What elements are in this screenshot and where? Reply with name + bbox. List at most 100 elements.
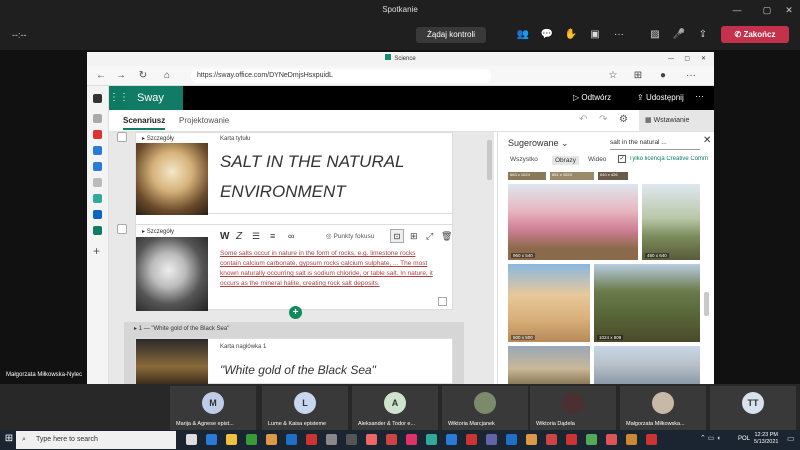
camera-off-icon[interactable]: ▨ <box>647 27 663 43</box>
result-image-3[interactable]: 640 x 426 <box>598 172 628 180</box>
sway-more-icon[interactable]: ··· <box>695 91 704 101</box>
participant-tile[interactable]: Wiktoria Marcjanek <box>442 386 528 430</box>
participant-tile[interactable]: A Aleksander & Todor e... <box>352 386 438 430</box>
browser-maximize-icon[interactable]: ▢ <box>684 52 690 66</box>
app-taskbar-icon-5[interactable] <box>346 434 357 445</box>
result-image-2[interactable]: 851 x 1024 <box>550 172 594 180</box>
heading-card[interactable]: Karta nagłówka 1 "White gold of the Blac… <box>135 338 453 385</box>
fit-icon[interactable]: ⊡ <box>390 229 404 243</box>
app-taskbar-icon-17[interactable] <box>606 434 617 445</box>
black-sea-image[interactable] <box>136 339 208 385</box>
rooms-icon[interactable]: ▣ <box>587 27 603 43</box>
suggested-dropdown[interactable]: Sugerowane ⌄ <box>508 138 569 149</box>
profile-icon[interactable]: ● <box>657 70 669 82</box>
result-image-olive-trees[interactable]: 1024 x 809 <box>594 264 700 342</box>
more-icon[interactable]: ··· <box>611 27 627 43</box>
app-launcher-icon[interactable]: ⋮⋮ <box>109 86 129 110</box>
filter-all[interactable]: Wszystko <box>510 156 538 163</box>
home-icon[interactable]: ⌂ <box>161 70 173 82</box>
minimize-icon[interactable]: — <box>726 0 748 20</box>
teams-taskbar-icon[interactable] <box>486 434 497 445</box>
card-checkbox[interactable] <box>438 297 447 306</box>
explorer-taskbar-icon[interactable] <box>226 434 237 445</box>
share-tray-icon[interactable]: ⇪ <box>695 27 711 43</box>
crop-icon[interactable]: ⊞ <box>410 231 418 242</box>
filter-images[interactable]: Obrazy <box>552 156 579 165</box>
app-taskbar-icon-3[interactable] <box>306 434 317 445</box>
panel-scrollbar[interactable] <box>704 292 709 316</box>
app-taskbar-icon-4[interactable] <box>326 434 337 445</box>
reactions-icon[interactable]: ✋ <box>563 27 579 43</box>
tab-storyline[interactable]: Scenariusz <box>123 116 166 130</box>
app-taskbar-icon-2[interactable] <box>266 434 277 445</box>
media-search-input[interactable]: salt in the natural ... <box>610 136 700 150</box>
participant-tile[interactable]: M Marija & Agnese epist... <box>170 386 256 430</box>
app-taskbar-icon-11[interactable] <box>466 434 477 445</box>
clock[interactable]: 12:23 PM 5/13/2021 <box>754 432 778 446</box>
share-button[interactable]: ⇪ Udostępnij <box>637 93 684 102</box>
participants-icon[interactable]: 👥 <box>515 27 531 43</box>
result-image-rocks[interactable]: 500 x 500 <box>508 264 590 342</box>
sidebar-app-icon-5[interactable] <box>93 162 102 171</box>
tray-icons[interactable]: ⌃ ▭ ◖ <box>700 434 721 442</box>
bold-icon[interactable]: W <box>220 231 229 242</box>
result-image-pink-lake[interactable]: 960 x 540 <box>508 184 638 260</box>
text-card[interactable]: ▸ Szczegóły W Z ☰ ≡ ∞ ◎ Punkty fokusu ⊡ … <box>135 224 453 311</box>
participant-tile[interactable]: Wiktoria Dądela <box>530 386 616 430</box>
details-toggle[interactable]: ▸ Szczegóły <box>142 135 174 142</box>
request-control-button[interactable]: Żądaj kontroli <box>416 27 486 43</box>
sidebar-app-icon-1[interactable] <box>93 94 102 103</box>
bullet-list-icon[interactable]: ☰ <box>252 231 260 242</box>
favorites-icon[interactable]: ☆ <box>607 70 619 82</box>
browser-minimize-icon[interactable]: — <box>668 52 674 66</box>
task-view-icon[interactable] <box>186 434 197 445</box>
title-card-box[interactable]: ▸ Szczegóły Karta tytułu SALT IN THE NAT… <box>135 132 453 215</box>
notifications-icon[interactable]: ▭ <box>787 434 795 443</box>
sidebar-app-icon-6[interactable] <box>93 178 102 187</box>
app-taskbar-icon-14[interactable] <box>546 434 557 445</box>
taskbar-search-box[interactable]: ⌕ Type here to search <box>16 431 176 449</box>
result-image-sea[interactable] <box>594 346 700 384</box>
participant-tile[interactable]: TT <box>710 386 796 430</box>
app-taskbar-icon-18[interactable] <box>626 434 637 445</box>
tab-design[interactable]: Projektowanie <box>179 116 229 125</box>
details-toggle-2[interactable]: ▸ Szczegóły <box>142 228 174 235</box>
title-card-image[interactable] <box>136 143 208 215</box>
sidebar-app-icon-9[interactable] <box>93 226 102 235</box>
link-icon[interactable]: ∞ <box>288 231 294 241</box>
back-icon[interactable]: ← <box>95 70 107 82</box>
sidebar-app-icon-7[interactable] <box>93 194 102 203</box>
sidebar-app-icon-4[interactable] <box>93 146 102 155</box>
url-field[interactable]: https://sway.office.com/DYNeDmjsHsxpuidL <box>191 69 491 83</box>
refresh-icon[interactable]: ↻ <box>137 70 149 82</box>
expand-icon[interactable]: ⤢ <box>426 231 433 242</box>
result-image-1[interactable]: 683 x 1024 <box>508 172 546 180</box>
cc-checkbox[interactable]: ✓ <box>618 155 626 163</box>
undo-icon[interactable]: ↶ <box>579 114 587 125</box>
app-taskbar-icon-10[interactable] <box>446 434 457 445</box>
app-taskbar-icon-15[interactable] <box>566 434 577 445</box>
add-card-button[interactable]: + <box>289 306 302 319</box>
app-taskbar-icon-19[interactable] <box>646 434 657 445</box>
card-handle-2[interactable] <box>117 224 127 234</box>
forward-icon[interactable]: → <box>115 70 127 82</box>
storyline-scrollbar[interactable] <box>487 140 492 180</box>
sidebar-app-icon-8[interactable] <box>93 210 102 219</box>
sidebar-add-icon[interactable]: + <box>93 244 100 258</box>
browser-close-icon[interactable]: ✕ <box>701 52 706 66</box>
collections-icon[interactable]: ⊞ <box>632 70 644 82</box>
delete-icon[interactable]: 🗑 <box>441 231 452 242</box>
end-call-button[interactable]: ✆ Zakończ <box>721 26 789 43</box>
settings-icon[interactable]: ⚙ <box>619 114 628 125</box>
app-taskbar-icon-12[interactable] <box>506 434 517 445</box>
app-taskbar-icon-9[interactable] <box>426 434 437 445</box>
close-icon[interactable]: ✕ <box>778 0 800 20</box>
play-button[interactable]: ▷ Odtwórz <box>573 93 611 102</box>
app-taskbar-icon-16[interactable] <box>586 434 597 445</box>
participant-tile[interactable]: Małgorzata Miłkowska... <box>620 386 706 430</box>
word-taskbar-icon[interactable] <box>286 434 297 445</box>
filter-video[interactable]: Wideo <box>588 156 606 163</box>
focus-points-button[interactable]: ◎ Punkty fokusu <box>326 232 374 240</box>
app-taskbar-icon-6[interactable] <box>366 434 377 445</box>
start-icon[interactable]: ⊞ <box>3 433 15 445</box>
